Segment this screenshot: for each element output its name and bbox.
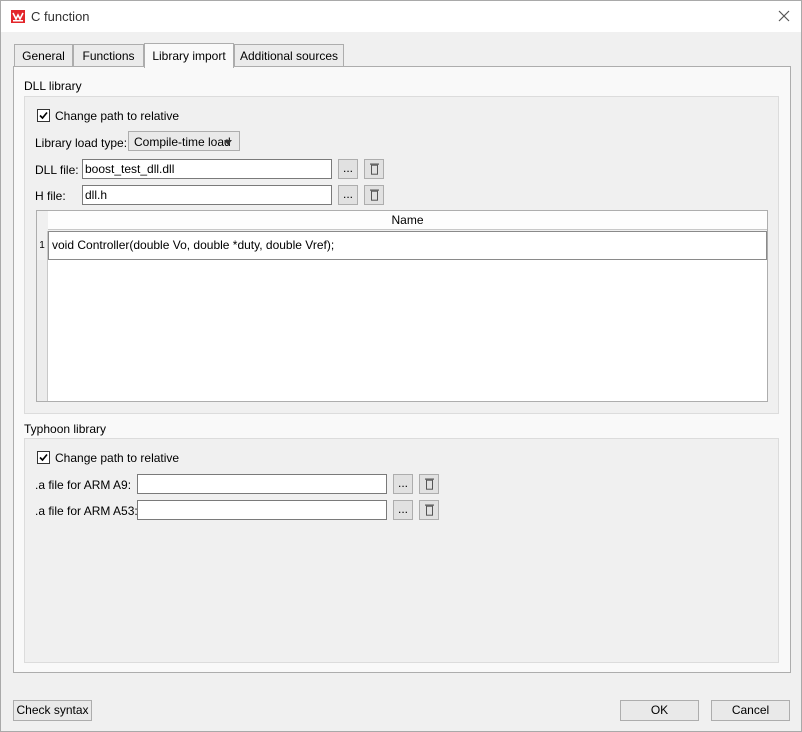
- h-file-label: H file:: [35, 189, 66, 203]
- tab-additional-sources-label: Additional sources: [239, 49, 339, 63]
- window-title: C function: [31, 9, 90, 24]
- arm-a9-label: .a file for ARM A9:: [35, 478, 132, 492]
- trash-icon: [425, 478, 434, 490]
- dll-file-clear-button[interactable]: [364, 159, 384, 179]
- library-load-type-value: Compile-time load: [134, 135, 231, 149]
- check-syntax-button[interactable]: Check syntax: [13, 700, 92, 721]
- dll-library-section-label: DLL library: [24, 79, 82, 93]
- table-column-header-name[interactable]: Name: [48, 211, 767, 230]
- tab-library-import-label: Library import: [152, 49, 226, 63]
- tab-additional-sources[interactable]: Additional sources: [234, 44, 344, 66]
- typhoon-library-group: Change path to relative .a file for ARM …: [24, 438, 779, 663]
- tab-functions[interactable]: Functions: [73, 44, 144, 66]
- typhoon-library-section-label: Typhoon library: [24, 422, 107, 436]
- table-empty-area: [48, 260, 767, 401]
- h-file-input[interactable]: dll.h: [82, 185, 332, 205]
- arm-a53-clear-button[interactable]: [419, 500, 439, 520]
- library-load-type-label: Library load type:: [35, 136, 128, 150]
- tab-functions-label: Functions: [82, 49, 135, 63]
- typhoon-change-path-checkbox[interactable]: [37, 451, 50, 464]
- cancel-button[interactable]: Cancel: [711, 700, 790, 721]
- tab-general[interactable]: General: [14, 44, 73, 66]
- row-header-strip: [37, 260, 48, 401]
- row-number: 1: [37, 231, 48, 260]
- close-icon: [778, 10, 790, 22]
- checkmark-icon: [39, 453, 48, 462]
- dll-change-path-checkbox[interactable]: [37, 109, 50, 122]
- dll-file-label: DLL file:: [35, 163, 79, 177]
- trash-icon: [425, 504, 434, 516]
- library-load-type-select[interactable]: Compile-time load: [128, 131, 240, 151]
- typhoon-change-path-label: Change path to relative: [55, 451, 180, 465]
- close-button[interactable]: [771, 5, 797, 27]
- tab-general-label: General: [22, 49, 65, 63]
- c-function-dialog: C function General Functions Library imp…: [0, 0, 802, 732]
- arm-a9-browse-button[interactable]: ...: [393, 474, 413, 494]
- arm-a53-file-input[interactable]: [137, 500, 387, 520]
- table-row[interactable]: 1 void Controller(double Vo, double *dut…: [37, 231, 767, 260]
- h-file-clear-button[interactable]: [364, 185, 384, 205]
- tab-library-import[interactable]: Library import: [144, 43, 234, 68]
- dll-file-browse-button[interactable]: ...: [338, 159, 358, 179]
- chevron-down-icon: [224, 140, 232, 145]
- typhoon-app-icon: [11, 10, 25, 23]
- checkmark-icon: [39, 111, 48, 120]
- ok-button[interactable]: OK: [620, 700, 699, 721]
- arm-a53-label: .a file for ARM A53:: [35, 504, 138, 518]
- dll-file-input[interactable]: boost_test_dll.dll: [82, 159, 332, 179]
- function-name-cell[interactable]: void Controller(double Vo, double *duty,…: [48, 231, 767, 260]
- arm-a9-clear-button[interactable]: [419, 474, 439, 494]
- trash-icon: [370, 189, 379, 201]
- h-file-browse-button[interactable]: ...: [338, 185, 358, 205]
- trash-icon: [370, 163, 379, 175]
- function-table: Name 1 void Controller(double Vo, double…: [36, 210, 768, 402]
- dll-change-path-label: Change path to relative: [55, 109, 180, 123]
- title-bar: C function: [1, 1, 801, 32]
- arm-a9-file-input[interactable]: [137, 474, 387, 494]
- arm-a53-browse-button[interactable]: ...: [393, 500, 413, 520]
